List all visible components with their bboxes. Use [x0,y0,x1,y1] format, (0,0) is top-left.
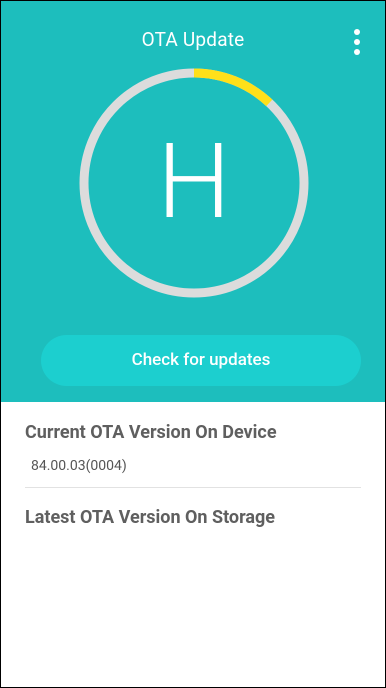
section-divider [25,487,361,488]
device-letter: H [157,122,231,243]
latest-version-title: Latest OTA Version On Storage [25,507,276,528]
current-version-value: 84.00.03(0004) [31,458,127,474]
header-panel: OTA Update H Check for updates [1,1,385,402]
menu-dot [354,29,360,35]
check-for-updates-button[interactable]: Check for updates [41,335,361,386]
more-options-icon[interactable] [347,27,367,57]
update-progress-dial: H [79,68,309,298]
current-version-title: Current OTA Version On Device [25,422,277,443]
menu-dot [354,39,360,45]
page-title: OTA Update [141,28,245,51]
menu-dot [354,49,360,55]
ota-update-screen: OTA Update H Check for updates Current O… [0,0,386,688]
